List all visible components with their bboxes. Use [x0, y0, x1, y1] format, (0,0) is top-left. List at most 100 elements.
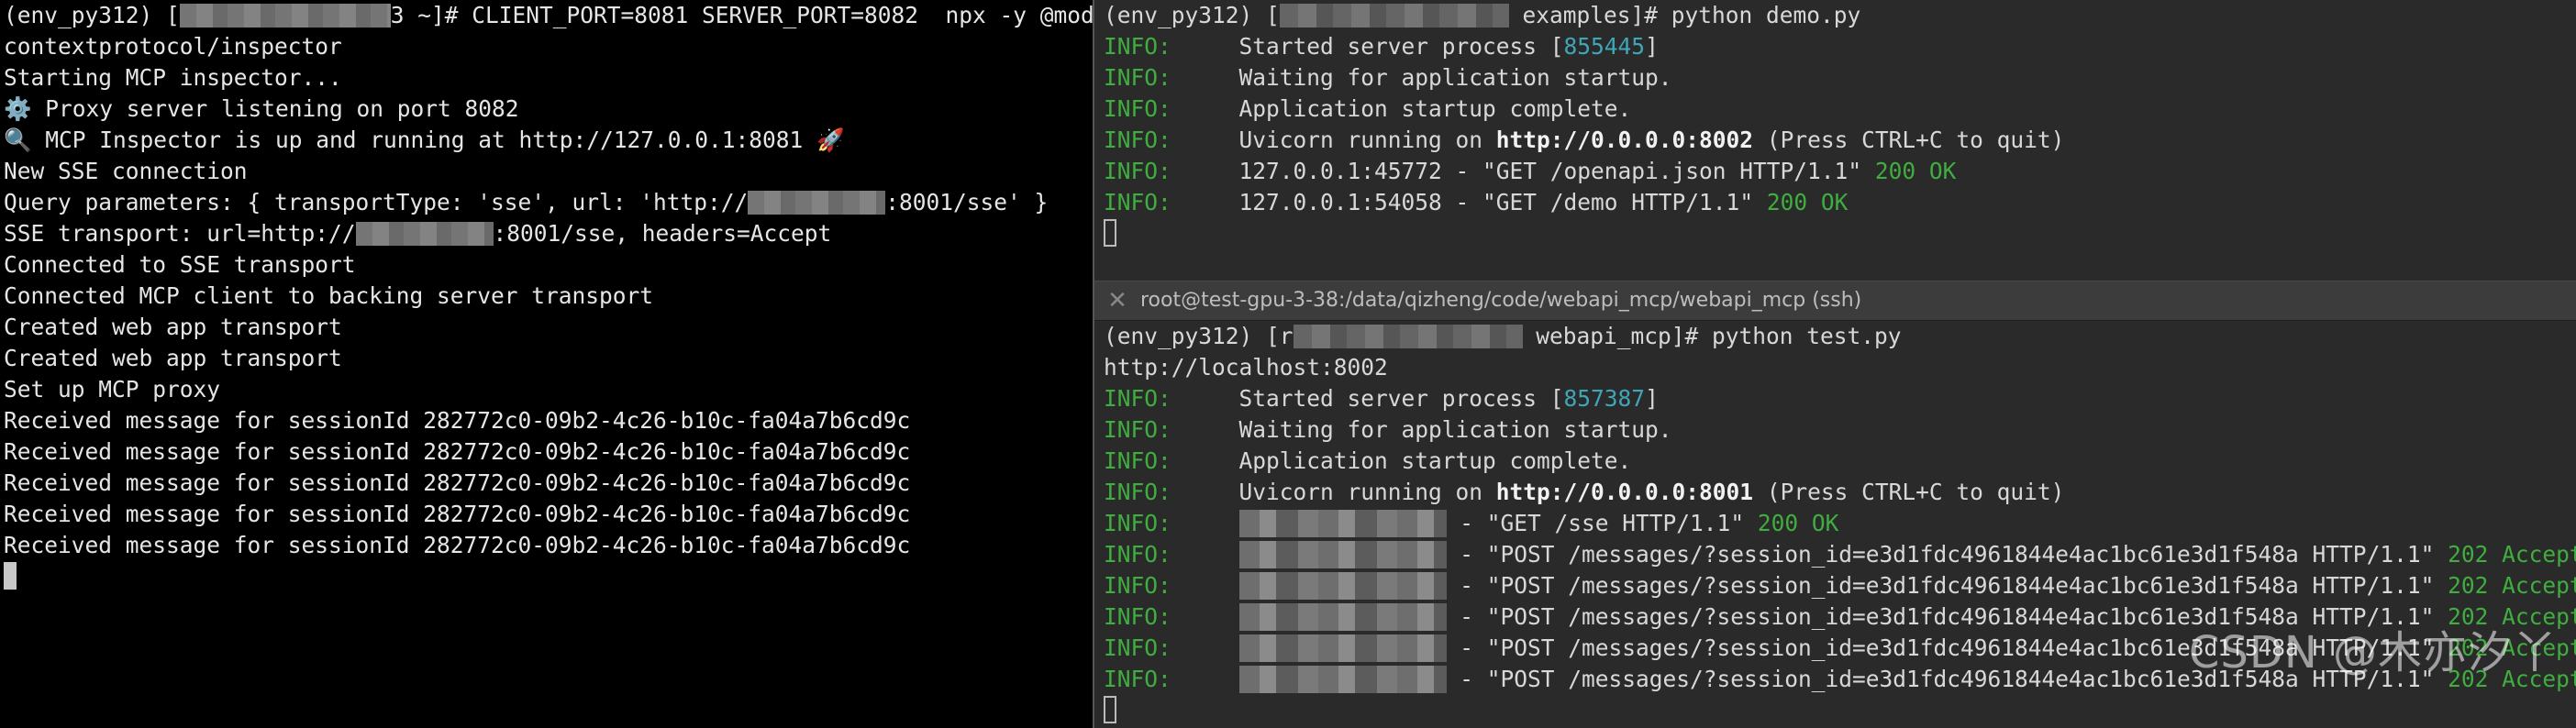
left-terminal-output: (env_py312) [3 ~]# CLIENT_PORT=8081 SERV…: [0, 0, 1093, 592]
process-id: 857387: [1563, 385, 1646, 412]
log-line: INFO: Waiting for application startup.: [1104, 62, 2576, 94]
log-text: - ": [1446, 572, 1501, 599]
terminal-line: contextprotocol/inspector: [4, 33, 342, 60]
redacted-client-address: [1238, 572, 1447, 600]
log-text: ]: [1645, 385, 1659, 412]
log-line: INFO: 127.0.0.1:54058 - "GET /demo HTTP/…: [1104, 187, 2576, 218]
log-line: INFO: 127.0.0.1:45772 - "GET /openapi.js…: [1104, 156, 2576, 187]
log-text: Application startup complete.: [1238, 95, 1632, 122]
terminal-line: (env_py312) [r webapi_mcp]# python test.…: [1104, 321, 2576, 352]
http-request: GET /demo HTTP/1.1: [1495, 189, 1740, 215]
server-url[interactable]: http://0.0.0.0:8001: [1496, 479, 1753, 505]
log-text: ]: [1645, 33, 1659, 60]
terminal-cursor-line: [1104, 695, 2576, 726]
prompt-prefix: (env_py312) [r: [1104, 323, 1294, 349]
terminal-line: http://localhost:8002: [1104, 354, 1388, 381]
redacted-ip: [355, 222, 494, 246]
command-text: examples]# python demo.py: [1508, 2, 1861, 28]
terminal-line: (env_py312) [ examples]# python demo.py: [1104, 0, 2576, 31]
request-log-line: INFO: - "POST /messages/?session_id=e3d1…: [1104, 570, 2576, 601]
redacted-host: [1293, 325, 1523, 348]
log-text: Started server process [: [1238, 33, 1564, 60]
log-text: Uvicorn running on: [1238, 127, 1496, 153]
http-request: GET /openapi.json HTTP/1.1: [1495, 158, 1849, 184]
close-icon[interactable]: ✕: [1104, 281, 1131, 320]
log-level-label: INFO:: [1104, 33, 1171, 60]
log-level-label: INFO:: [1104, 666, 1171, 692]
prompt-prefix: (env_py312) [: [4, 2, 180, 28]
log-text: SSE transport: url=http://: [4, 220, 356, 247]
terminal-cursor-line: [4, 561, 1093, 592]
terminal-line: Received message for sessionId 282772c0-…: [4, 469, 911, 496]
log-line: INFO: Uvicorn running on http://0.0.0.0:…: [1104, 125, 2576, 156]
terminal-line: Created web app transport: [4, 314, 342, 340]
http-request: POST /messages/?session_id=e3d1fdc496184…: [1500, 541, 2421, 568]
redacted-client-address: [1238, 541, 1447, 568]
http-request: GET /sse HTTP/1.1: [1500, 510, 1731, 536]
redacted-client-address: [1238, 603, 1447, 631]
request-log-line: INFO: - "GET /sse HTTP/1.1" 200 OK: [1104, 508, 2576, 539]
log-level-label: INFO:: [1104, 479, 1171, 505]
server-url[interactable]: http://0.0.0.0:8002: [1496, 127, 1753, 153]
log-text: - ": [1446, 603, 1501, 630]
session-tab-bar[interactable]: ✕ root@test-gpu-3-38:/data/qizheng/code/w…: [1094, 281, 2576, 321]
log-text: ": [1848, 158, 1875, 184]
log-level-label: INFO:: [1104, 572, 1171, 599]
right-top-terminal-output: (env_py312) [ examples]# python demo.py …: [1094, 0, 2576, 249]
right-top-terminal-pane[interactable]: (env_py312) [ examples]# python demo.py …: [1094, 0, 2576, 281]
log-level-label: INFO:: [1104, 158, 1171, 184]
terminal-line: ⚙️ Proxy server listening on port 8082: [4, 95, 519, 122]
terminal-cursor: [1104, 219, 1116, 247]
log-line: INFO: Started server process [855445]: [1104, 31, 2576, 62]
log-level-label: INFO:: [1104, 541, 1171, 568]
terminal-line: 🔍 MCP Inspector is up and running at htt…: [4, 127, 845, 153]
log-text: ": [2420, 541, 2448, 568]
redacted-client-address: [1238, 510, 1447, 537]
terminal-line: Received message for sessionId 282772c0-…: [4, 532, 911, 558]
log-level-label: INFO:: [1104, 189, 1171, 215]
http-status: 200 OK: [1757, 510, 1839, 536]
log-line: INFO: Application startup complete.: [1104, 446, 2576, 477]
log-level-label: INFO:: [1104, 447, 1171, 474]
log-line: INFO: Started server process [857387]: [1104, 383, 2576, 414]
http-status: 200 OK: [1874, 158, 1957, 184]
log-text: Query parameters: { transportType: 'sse'…: [4, 189, 749, 215]
terminal-cursor: [4, 562, 17, 590]
log-text: Started server process [: [1238, 385, 1564, 412]
terminal-line: New SSE connection: [4, 158, 248, 184]
log-text: - ": [1446, 541, 1501, 568]
log-text: - ": [1446, 666, 1501, 692]
log-text: ": [1730, 510, 1758, 536]
log-line: INFO: Application startup complete.: [1104, 94, 2576, 125]
log-level-label: INFO:: [1104, 127, 1171, 153]
log-level-label: INFO:: [1104, 634, 1171, 661]
csdn-watermark: CSDN @木亦汐丫: [2188, 627, 2558, 678]
terminal-line: Received message for sessionId 282772c0-…: [4, 407, 911, 434]
terminal-line: Connected to SSE transport: [4, 251, 356, 278]
log-text: Waiting for application startup.: [1238, 416, 1672, 443]
log-text: (Press CTRL+C to quit): [1753, 479, 2065, 505]
client-address: 127.0.0.1:45772 - ": [1238, 158, 1496, 184]
log-level-label: INFO:: [1104, 603, 1171, 630]
log-text: (Press CTRL+C to quit): [1753, 127, 2065, 153]
log-text: - ": [1446, 634, 1501, 661]
terminal-line: Query parameters: { transportType: 'sse'…: [4, 187, 1093, 218]
log-line: INFO: Waiting for application startup.: [1104, 414, 2576, 446]
log-text: Application startup complete.: [1238, 447, 1632, 474]
log-level-label: INFO:: [1104, 95, 1171, 122]
log-text: ": [1739, 189, 1767, 215]
terminal-cursor-line: [1104, 218, 2576, 249]
log-text: Waiting for application startup.: [1238, 64, 1672, 91]
log-level-label: INFO:: [1104, 510, 1171, 536]
left-terminal-pane[interactable]: (env_py312) [3 ~]# CLIENT_PORT=8081 SERV…: [0, 0, 1093, 728]
log-level-label: INFO:: [1104, 385, 1171, 412]
redacted-client-address: [1238, 666, 1447, 693]
redacted-host: [179, 4, 391, 28]
log-text: - ": [1446, 510, 1501, 536]
terminal-line: Starting MCP inspector...: [4, 64, 342, 91]
http-status: 202 Accepted: [2448, 572, 2576, 599]
log-text: ": [2420, 572, 2448, 599]
log-level-label: INFO:: [1104, 64, 1171, 91]
prompt-prefix: (env_py312) [: [1104, 2, 1280, 28]
redacted-host: [1279, 4, 1509, 28]
